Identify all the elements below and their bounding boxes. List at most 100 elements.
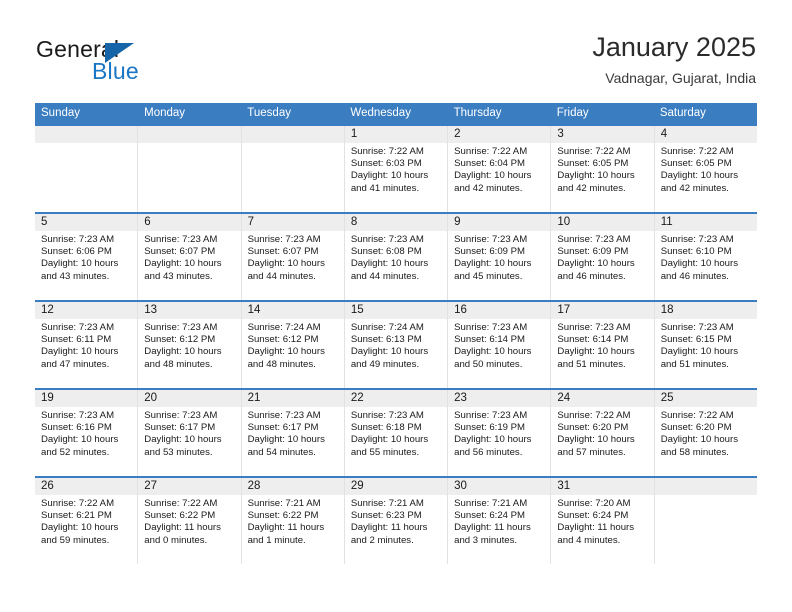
calendar-day-cell[interactable]: 28 Sunrise: 7:21 AM Sunset: 6:22 PM Dayl…	[241, 478, 345, 564]
calendar-day-cell[interactable]: 16 Sunrise: 7:23 AM Sunset: 6:14 PM Dayl…	[448, 302, 552, 388]
day-number: 17	[551, 302, 654, 319]
day-number: 16	[448, 302, 551, 319]
day-details: Sunrise: 7:23 AM Sunset: 6:09 PM Dayligh…	[551, 231, 653, 283]
calendar-day-cell[interactable]: 15 Sunrise: 7:24 AM Sunset: 6:13 PM Dayl…	[344, 302, 449, 388]
day-number: 3	[551, 126, 654, 143]
day-details: Sunrise: 7:23 AM Sunset: 6:09 PM Dayligh…	[448, 231, 550, 283]
calendar-day-cell[interactable]: 22 Sunrise: 7:23 AM Sunset: 6:18 PM Dayl…	[344, 390, 449, 476]
calendar-page: General Blue January 2025 Vadnagar, Guja…	[0, 0, 792, 612]
calendar-day-cell[interactable]: 3 Sunrise: 7:22 AM Sunset: 6:05 PM Dayli…	[551, 126, 655, 212]
sunset-text: Sunset: 6:07 PM	[144, 246, 216, 258]
daylight-text-line2: and 4 minutes.	[557, 534, 621, 546]
calendar-day-cell[interactable]: 6 Sunrise: 7:23 AM Sunset: 6:07 PM Dayli…	[138, 214, 242, 300]
daylight-text-line2: and 51 minutes.	[557, 358, 626, 370]
day-details: Sunrise: 7:20 AM Sunset: 6:24 PM Dayligh…	[551, 495, 653, 547]
sunset-text: Sunset: 6:24 PM	[454, 510, 526, 522]
page-title: January 2025	[592, 32, 756, 62]
day-number	[138, 126, 241, 143]
daylight-text-line2: and 42 minutes.	[557, 182, 626, 194]
daylight-text-line2: and 41 minutes.	[350, 182, 420, 194]
calendar-day-cell[interactable]: 10 Sunrise: 7:23 AM Sunset: 6:09 PM Dayl…	[551, 214, 655, 300]
sunset-text: Sunset: 6:09 PM	[557, 246, 629, 258]
day-details: Sunrise: 7:21 AM Sunset: 6:23 PM Dayligh…	[345, 495, 447, 547]
sunrise-text: Sunrise: 7:23 AM	[41, 234, 115, 245]
day-details: Sunrise: 7:22 AM Sunset: 6:22 PM Dayligh…	[138, 495, 240, 547]
sunrise-text: Sunrise: 7:23 AM	[454, 410, 528, 421]
day-details: Sunrise: 7:23 AM Sunset: 6:18 PM Dayligh…	[345, 407, 447, 459]
sunrise-text: Sunrise: 7:22 AM	[144, 498, 218, 509]
day-details: Sunrise: 7:23 AM Sunset: 6:17 PM Dayligh…	[242, 407, 344, 459]
day-header-sunday: Sunday	[41, 107, 81, 119]
calendar-day-cell[interactable]	[35, 126, 139, 212]
day-details: Sunrise: 7:23 AM Sunset: 6:17 PM Dayligh…	[138, 407, 240, 459]
daylight-text-line2: and 59 minutes.	[41, 534, 110, 546]
calendar-day-cell[interactable]: 14 Sunrise: 7:24 AM Sunset: 6:12 PM Dayl…	[241, 302, 345, 388]
day-number: 13	[138, 302, 241, 319]
sunset-text: Sunset: 6:17 PM	[144, 422, 216, 434]
daylight-text-line1: Daylight: 10 hours	[247, 258, 325, 270]
calendar-day-cell[interactable]: 30 Sunrise: 7:21 AM Sunset: 6:24 PM Dayl…	[448, 478, 552, 564]
calendar-day-cell[interactable]: 25 Sunrise: 7:22 AM Sunset: 6:20 PM Dayl…	[654, 390, 757, 476]
page-subtitle: Vadnagar, Gujarat, India	[605, 70, 756, 86]
calendar-day-cell[interactable]: 26 Sunrise: 7:22 AM Sunset: 6:21 PM Dayl…	[35, 478, 139, 564]
day-details: Sunrise: 7:22 AM Sunset: 6:21 PM Dayligh…	[35, 495, 137, 547]
sunset-text: Sunset: 6:10 PM	[660, 246, 732, 258]
day-details: Sunrise: 7:21 AM Sunset: 6:24 PM Dayligh…	[448, 495, 550, 547]
calendar-week-row: 12 Sunrise: 7:23 AM Sunset: 6:11 PM Dayl…	[35, 300, 757, 388]
calendar-day-cell[interactable]	[138, 126, 242, 212]
calendar-day-cell[interactable]: 19 Sunrise: 7:23 AM Sunset: 6:16 PM Dayl…	[35, 390, 139, 476]
day-number: 29	[344, 478, 448, 495]
calendar-day-cell[interactable]: 9 Sunrise: 7:23 AM Sunset: 6:09 PM Dayli…	[448, 214, 552, 300]
calendar-day-cell[interactable]: 2 Sunrise: 7:22 AM Sunset: 6:04 PM Dayli…	[448, 126, 552, 212]
calendar-day-cell[interactable]	[241, 126, 345, 212]
calendar-day-cell[interactable]: 20 Sunrise: 7:23 AM Sunset: 6:17 PM Dayl…	[138, 390, 242, 476]
calendar-day-cell[interactable]: 31 Sunrise: 7:20 AM Sunset: 6:24 PM Dayl…	[551, 478, 655, 564]
calendar-day-cell[interactable]: 17 Sunrise: 7:23 AM Sunset: 6:14 PM Dayl…	[551, 302, 655, 388]
day-number: 30	[448, 478, 551, 495]
sunrise-text: Sunrise: 7:23 AM	[41, 322, 115, 333]
calendar-day-cell[interactable]: 18 Sunrise: 7:23 AM Sunset: 6:15 PM Dayl…	[654, 302, 757, 388]
day-number: 2	[448, 126, 551, 143]
day-header-monday: Monday	[144, 107, 186, 119]
sunset-text: Sunset: 6:20 PM	[557, 422, 629, 434]
sunrise-text: Sunrise: 7:22 AM	[41, 498, 115, 509]
calendar-day-cell[interactable]	[654, 478, 757, 564]
calendar-day-cell[interactable]: 1 Sunrise: 7:22 AM Sunset: 6:03 PM Dayli…	[344, 126, 449, 212]
calendar-day-cell[interactable]: 12 Sunrise: 7:23 AM Sunset: 6:11 PM Dayl…	[35, 302, 139, 388]
sunrise-text: Sunrise: 7:20 AM	[557, 498, 631, 509]
daylight-text-line1: Daylight: 10 hours	[660, 170, 739, 182]
daylight-text-line1: Daylight: 11 hours	[144, 522, 221, 534]
daylight-text-line1: Daylight: 11 hours	[247, 522, 325, 534]
sunset-text: Sunset: 6:06 PM	[41, 246, 112, 258]
sunrise-text: Sunrise: 7:23 AM	[350, 410, 424, 421]
day-details: Sunrise: 7:23 AM Sunset: 6:16 PM Dayligh…	[35, 407, 137, 459]
calendar-day-cell[interactable]: 24 Sunrise: 7:22 AM Sunset: 6:20 PM Dayl…	[551, 390, 655, 476]
calendar-day-cell[interactable]: 11 Sunrise: 7:23 AM Sunset: 6:10 PM Dayl…	[654, 214, 757, 300]
brand-logo[interactable]: General Blue	[36, 36, 206, 86]
calendar-day-cell[interactable]: 7 Sunrise: 7:23 AM Sunset: 6:07 PM Dayli…	[241, 214, 345, 300]
day-number: 25	[654, 390, 757, 407]
calendar-day-cell[interactable]: 13 Sunrise: 7:23 AM Sunset: 6:12 PM Dayl…	[138, 302, 242, 388]
daylight-text-line1: Daylight: 10 hours	[144, 434, 222, 446]
calendar-day-cell[interactable]: 23 Sunrise: 7:23 AM Sunset: 6:19 PM Dayl…	[448, 390, 552, 476]
day-number: 14	[241, 302, 344, 319]
daylight-text-line1: Daylight: 10 hours	[144, 258, 222, 270]
sunrise-text: Sunrise: 7:23 AM	[557, 234, 631, 245]
sunset-text: Sunset: 6:12 PM	[247, 334, 319, 346]
calendar-day-cell[interactable]: 8 Sunrise: 7:23 AM Sunset: 6:08 PM Dayli…	[344, 214, 449, 300]
sunset-text: Sunset: 6:07 PM	[247, 246, 319, 258]
day-header-friday: Friday	[556, 107, 589, 119]
calendar-day-cell[interactable]: 4 Sunrise: 7:22 AM Sunset: 6:05 PM Dayli…	[654, 126, 757, 212]
calendar-day-cell[interactable]: 29 Sunrise: 7:21 AM Sunset: 6:23 PM Dayl…	[344, 478, 449, 564]
daylight-text-line2: and 43 minutes.	[41, 270, 110, 282]
day-details: Sunrise: 7:22 AM Sunset: 6:04 PM Dayligh…	[448, 143, 550, 195]
calendar-day-cell[interactable]: 21 Sunrise: 7:23 AM Sunset: 6:17 PM Dayl…	[241, 390, 345, 476]
calendar-day-cell[interactable]: 27 Sunrise: 7:22 AM Sunset: 6:22 PM Dayl…	[138, 478, 242, 564]
calendar-day-cell[interactable]: 5 Sunrise: 7:23 AM Sunset: 6:06 PM Dayli…	[35, 214, 139, 300]
daylight-text-line2: and 51 minutes.	[660, 358, 729, 370]
day-details: Sunrise: 7:22 AM Sunset: 6:05 PM Dayligh…	[655, 143, 757, 195]
day-number: 12	[35, 302, 138, 319]
sunrise-text: Sunrise: 7:22 AM	[660, 146, 734, 157]
day-number: 6	[138, 214, 241, 231]
day-details: Sunrise: 7:24 AM Sunset: 6:13 PM Dayligh…	[345, 319, 447, 371]
